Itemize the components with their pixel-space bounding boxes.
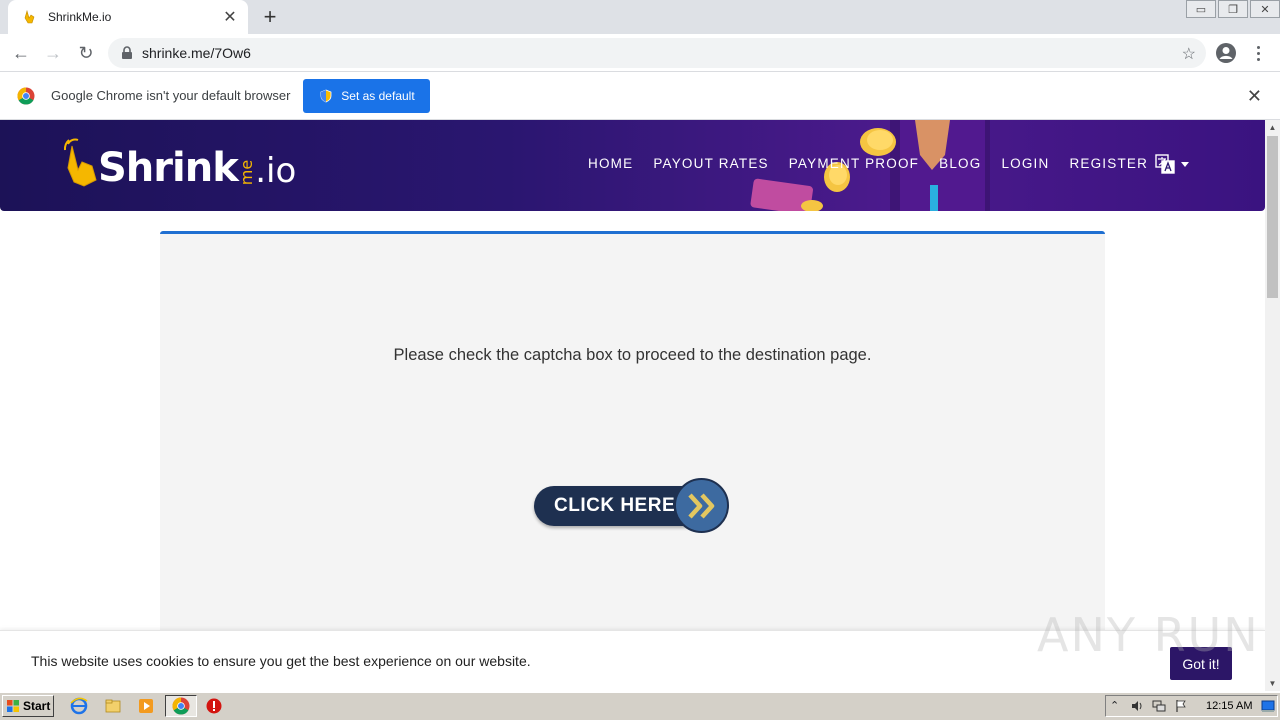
tab-strip: ShrinkMe.io ✕ + ▭ ❐ ✕: [0, 0, 1280, 34]
cookie-message: This website uses cookies to ensure you …: [31, 653, 531, 669]
nav-login[interactable]: LOGIN: [1001, 156, 1049, 171]
media-player-icon[interactable]: [137, 697, 155, 715]
double-chevron-icon: [674, 478, 729, 533]
captcha-instruction: Please check the captcha box to proceed …: [393, 346, 872, 364]
show-desktop-icon[interactable]: [1261, 699, 1275, 713]
windows-taskbar: Start ⌃ 12:15 AM: [0, 692, 1280, 720]
nav-register[interactable]: REGISTER: [1069, 156, 1148, 171]
chevron-down-icon: [1181, 161, 1189, 167]
click-here-label: CLICK HERE: [554, 495, 676, 516]
browser-tab[interactable]: ShrinkMe.io ✕: [8, 0, 248, 34]
tab-title: ShrinkMe.io: [48, 10, 112, 24]
speaker-icon[interactable]: [1130, 699, 1144, 713]
chrome-logo-icon: [17, 86, 35, 105]
forward-arrow-icon[interactable]: →: [41, 41, 65, 65]
scroll-up-arrow-icon[interactable]: ▲: [1265, 120, 1280, 135]
content-card: Please check the captcha box to proceed …: [160, 231, 1105, 691]
flag-icon[interactable]: [1174, 699, 1188, 713]
click-here-button[interactable]: CLICK HERE: [534, 478, 730, 534]
ie-icon[interactable]: [70, 697, 88, 715]
nav-payment-proof[interactable]: PAYMENT PROOF: [789, 156, 919, 171]
taskbar-clock: 12:15 AM: [1206, 700, 1253, 712]
tab-close-icon[interactable]: ✕: [222, 9, 238, 26]
chrome-taskbar-button[interactable]: [165, 695, 197, 717]
start-button[interactable]: Start: [2, 695, 54, 717]
new-tab-button[interactable]: +: [258, 4, 282, 29]
address-bar[interactable]: shrinke.me/7Ow6 ☆: [108, 38, 1206, 68]
language-selector[interactable]: [1155, 154, 1189, 174]
hand-pointer-icon: [63, 138, 97, 187]
folder-icon[interactable]: [104, 697, 122, 715]
window-controls: ▭ ❐ ✕: [1184, 0, 1280, 18]
nav-home[interactable]: HOME: [588, 156, 633, 171]
logo-me-text: me: [237, 159, 257, 186]
main-nav: HOME PAYOUT RATES PAYMENT PROOF BLOG LOG…: [588, 156, 1168, 171]
lock-icon: [122, 46, 132, 59]
cookie-consent-bar: This website uses cookies to ensure you …: [0, 630, 1265, 691]
windows-logo-icon: [7, 700, 19, 712]
logo-io-text: .io: [255, 151, 297, 191]
start-label: Start: [23, 699, 51, 713]
site-header: Shrink me .io HOME PAYOUT RATES PAYMENT …: [0, 120, 1265, 211]
back-arrow-icon[interactable]: ←: [9, 41, 33, 65]
shield-icon: [320, 89, 332, 102]
browser-toolbar: ← → ↻ shrinke.me/7Ow6 ☆: [0, 34, 1280, 72]
system-tray: ⌃ 12:15 AM: [1105, 695, 1278, 717]
nav-blog[interactable]: BLOG: [939, 156, 981, 171]
chrome-logo-icon: [172, 697, 190, 715]
page-viewport: Shrink me .io HOME PAYOUT RATES PAYMENT …: [0, 120, 1265, 691]
default-browser-infobar: Google Chrome isn't your default browser…: [0, 72, 1280, 120]
translate-icon: [1155, 154, 1175, 174]
nav-payout-rates[interactable]: PAYOUT RATES: [653, 156, 768, 171]
tray-expand-icon[interactable]: ⌃: [1110, 699, 1124, 713]
close-window-button[interactable]: ✕: [1250, 0, 1280, 18]
network-icon[interactable]: [1152, 699, 1166, 713]
page-scrollbar[interactable]: ▲ ▼: [1265, 120, 1280, 691]
infobar-message: Google Chrome isn't your default browser: [51, 88, 291, 103]
restore-button[interactable]: ❐: [1218, 0, 1248, 18]
set-as-default-button[interactable]: Set as default: [303, 78, 431, 113]
minimize-button[interactable]: ▭: [1186, 0, 1216, 18]
reload-icon[interactable]: ↻: [74, 41, 98, 65]
profile-icon[interactable]: [1215, 42, 1237, 64]
hand-pointer-icon: [24, 9, 35, 24]
infobar-close-icon[interactable]: ✕: [1247, 86, 1262, 107]
scroll-thumb[interactable]: [1267, 136, 1278, 298]
logo-shrink-text: Shrink: [98, 145, 239, 191]
url-text: shrinke.me/7Ow6: [142, 45, 251, 61]
scroll-down-arrow-icon[interactable]: ▼: [1265, 676, 1280, 691]
stop-sign-icon[interactable]: [205, 697, 223, 715]
got-it-button[interactable]: Got it!: [1170, 647, 1232, 680]
chrome-menu-icon[interactable]: [1250, 42, 1266, 64]
star-icon[interactable]: ☆: [1182, 44, 1196, 64]
set-as-default-label: Set as default: [341, 88, 415, 103]
site-logo[interactable]: Shrink me .io: [62, 128, 296, 188]
